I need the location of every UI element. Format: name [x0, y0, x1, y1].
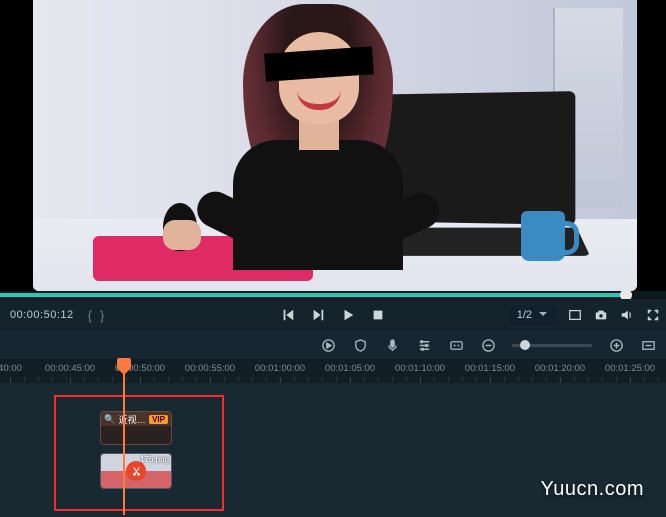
snapshot-button[interactable]: [594, 308, 608, 322]
render-button[interactable]: [320, 337, 336, 353]
ruler-tick: 00:01:20:00: [535, 363, 585, 374]
zoom-slider[interactable]: [512, 344, 592, 347]
ruler-tick: 00:00:45:00: [45, 363, 95, 374]
zoom-in-button[interactable]: [608, 337, 624, 353]
ruler-tick: 40:00: [0, 363, 22, 374]
mark-in-button[interactable]: {: [88, 308, 92, 323]
video-clip-label: 176.png: [140, 455, 169, 464]
search-icon: 🔍: [104, 414, 115, 425]
split-marker-icon[interactable]: [126, 461, 146, 481]
play-button[interactable]: [341, 308, 355, 322]
timeline-ruler[interactable]: 40:0000:00:45:0000:00:50:0000:00:55:0000…: [0, 359, 666, 383]
prev-frame-button[interactable]: [281, 308, 295, 322]
voiceover-button[interactable]: [384, 337, 400, 353]
preview-scrubber[interactable]: [0, 291, 666, 299]
fullscreen-button[interactable]: [646, 308, 660, 322]
zoom-fit-button[interactable]: [640, 337, 656, 353]
effect-clip[interactable]: 🔍 近视… VIP: [100, 411, 172, 445]
transport-bar: 00:00:50:12 { } 1/2: [0, 299, 666, 331]
ruler-tick: 00:01:25:00: [605, 363, 655, 374]
zoom-slider-knob[interactable]: [520, 340, 530, 350]
preview-frame[interactable]: [33, 0, 637, 291]
ruler-tick: 00:01:10:00: [395, 363, 445, 374]
ruler-tick: 00:01:15:00: [465, 363, 515, 374]
shield-icon[interactable]: [352, 337, 368, 353]
properties-button[interactable]: [416, 337, 432, 353]
ruler-tick: 00:01:00:00: [255, 363, 305, 374]
preview-viewport: [0, 0, 666, 291]
video-clip[interactable]: 176.png: [100, 453, 172, 489]
watermark-text: Yuucn.com: [541, 478, 644, 501]
ruler-tick: 00:01:05:00: [325, 363, 375, 374]
playhead[interactable]: [123, 359, 125, 515]
stop-button[interactable]: [371, 308, 385, 322]
mark-out-button[interactable]: }: [100, 308, 104, 323]
zoom-out-button[interactable]: [480, 337, 496, 353]
vip-badge: VIP: [149, 415, 168, 424]
step-button[interactable]: [311, 308, 325, 322]
timeline-toolbar: [0, 331, 666, 359]
chevron-down-icon: [538, 309, 548, 322]
safe-area-icon[interactable]: [568, 308, 582, 322]
preview-quality-dropdown[interactable]: 1/2: [509, 306, 556, 325]
volume-button[interactable]: [620, 308, 634, 322]
timecode-display: 00:00:50:12: [0, 309, 84, 321]
ruler-tick: 00:00:55:00: [185, 363, 235, 374]
caption-button[interactable]: [448, 337, 464, 353]
preview-quality-value: 1/2: [517, 309, 532, 321]
